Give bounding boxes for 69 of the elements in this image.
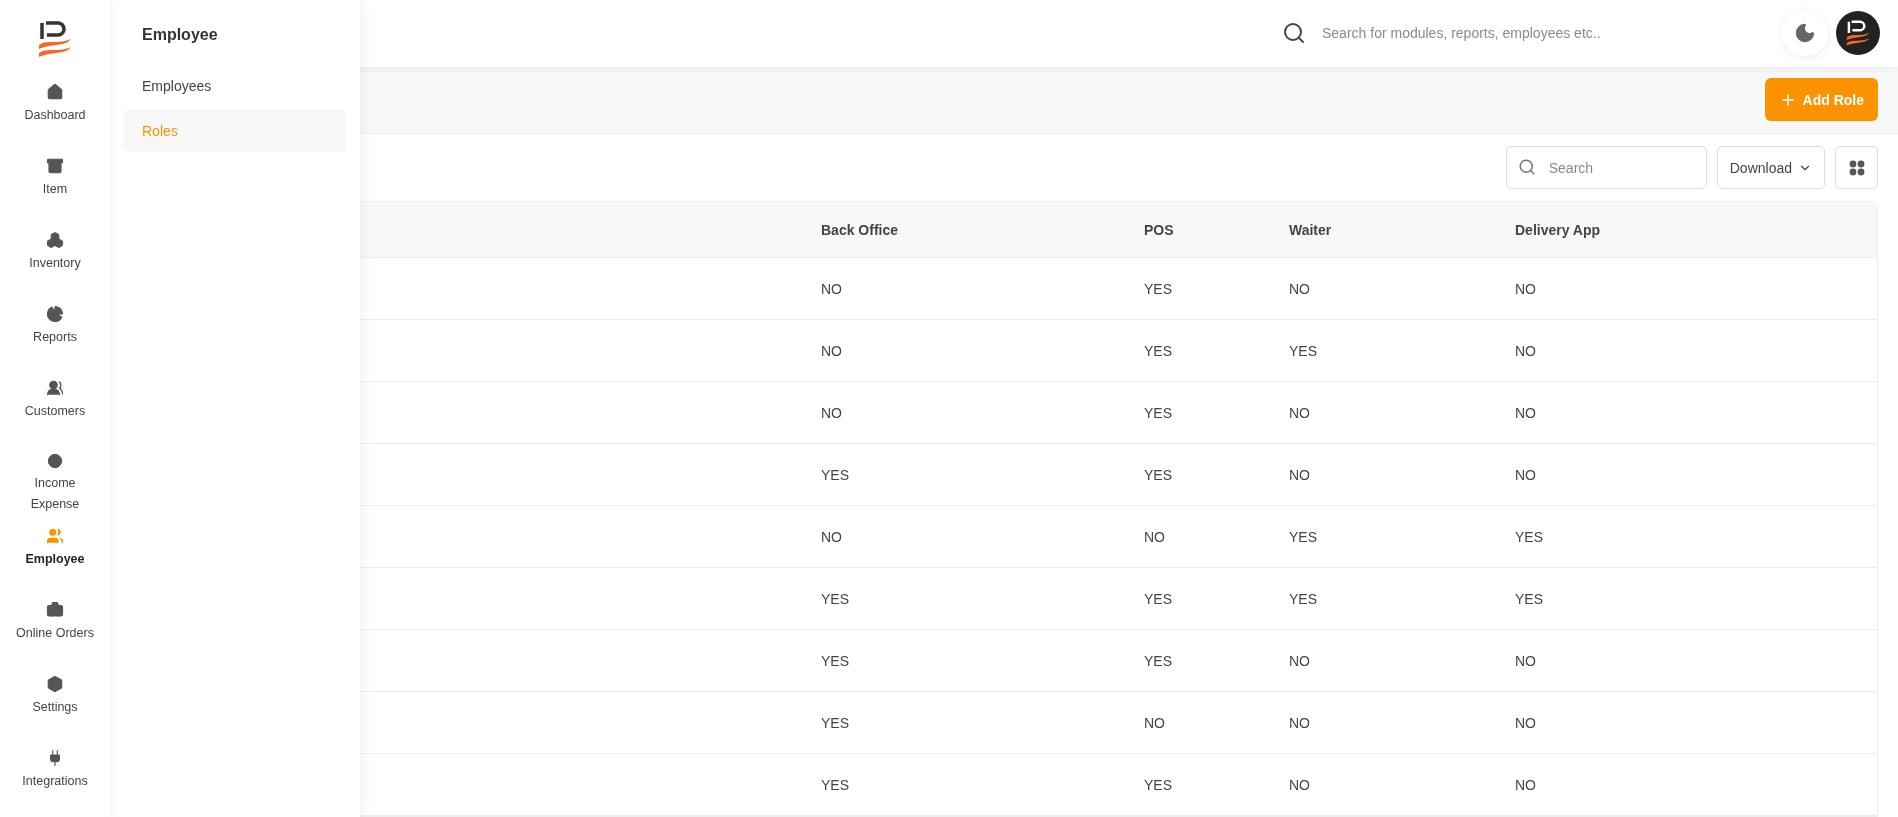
search-field[interactable]: Search [1505,146,1707,189]
nav-item[interactable]: Settings [12,669,98,743]
table-cell-text: YES [1144,280,1173,297]
table-cell-text: NO [821,404,843,421]
people-icon [46,379,64,397]
table-cell-text: NO [1144,714,1166,731]
table-cell-text: YES [1515,528,1544,545]
nav-item[interactable]: Integrations [12,743,98,817]
table-cell-text: YES [821,590,850,607]
nav-item[interactable]: Online Orders [12,595,98,669]
table-cell-text: NO [821,280,843,297]
table-cell-text: YES [1144,404,1173,421]
column-header: Back Office [821,221,900,238]
nav-item[interactable]: Customers [12,373,98,447]
table-cell-text: YES [821,714,850,731]
table-cell-text: NO [821,528,843,545]
table-cell-text: NO [1289,714,1311,731]
table-cell-text: NO [1515,776,1537,793]
people-icon [46,527,64,545]
search-icon [1282,21,1306,46]
table-cell-text: NO [1515,466,1537,483]
column-header: Waiter [1289,221,1333,238]
table-cell-text: YES [1144,466,1173,483]
table-cell-text: YES [1289,528,1318,545]
column-header: Delivery App [1515,221,1602,238]
nav-item[interactable]: Dashboard [12,77,98,151]
table-cell-text: YES [1289,342,1318,359]
table-cell-text: NO [1515,652,1537,669]
table-cell-text: YES [1289,590,1318,607]
submenu-item[interactable]: Employees [124,64,346,107]
table-cell-text: YES [821,776,850,793]
table-cell-text: YES [1515,590,1544,607]
column-header: POS [1144,221,1175,238]
boxes-icon [46,231,64,249]
search-icon [1517,158,1536,176]
archive-box-icon [46,157,64,175]
table-cell-text: NO [1289,466,1311,483]
house-icon [46,83,64,101]
nav-item[interactable]: Income Expense [12,447,98,521]
table-cell-text: YES [1144,776,1173,793]
table-cell-text: YES [1144,652,1173,669]
table-cell-text: NO [1515,280,1537,297]
table-cell-text: NO [1515,404,1537,421]
avatar[interactable] [1836,11,1880,56]
submenu-title: Employee [141,26,219,44]
table-cell-text: NO [1515,714,1537,731]
logo-icon [1844,19,1872,48]
briefcase-icon [46,601,64,619]
table-cell-text: NO [1515,342,1537,359]
nav-item[interactable]: Employee [12,521,98,595]
moon-icon [1794,22,1816,45]
table-cell-text: NO [1289,652,1311,669]
nav-item[interactable]: Inventory [12,225,98,299]
table-cell-text: YES [1144,590,1173,607]
table-cell-text: NO [1289,280,1311,297]
table-cell-text: NO [1289,776,1311,793]
pie-chart-icon [46,305,64,323]
nav-item[interactable]: Item [12,151,98,225]
hexagon-icon [46,675,64,693]
table-cell-text: YES [821,466,850,483]
table-cell-text: YES [1144,342,1173,359]
table-cell-text: YES [821,652,850,669]
grid-view-button[interactable] [1835,146,1878,189]
table-cell-text: NO [821,342,843,359]
grid-icon [1848,159,1865,176]
table-cell-text: NO [1144,528,1166,545]
nav-item[interactable]: Reports [12,299,98,373]
table-cell-text: NO [1289,404,1311,421]
download-button[interactable]: Download [1716,146,1825,189]
